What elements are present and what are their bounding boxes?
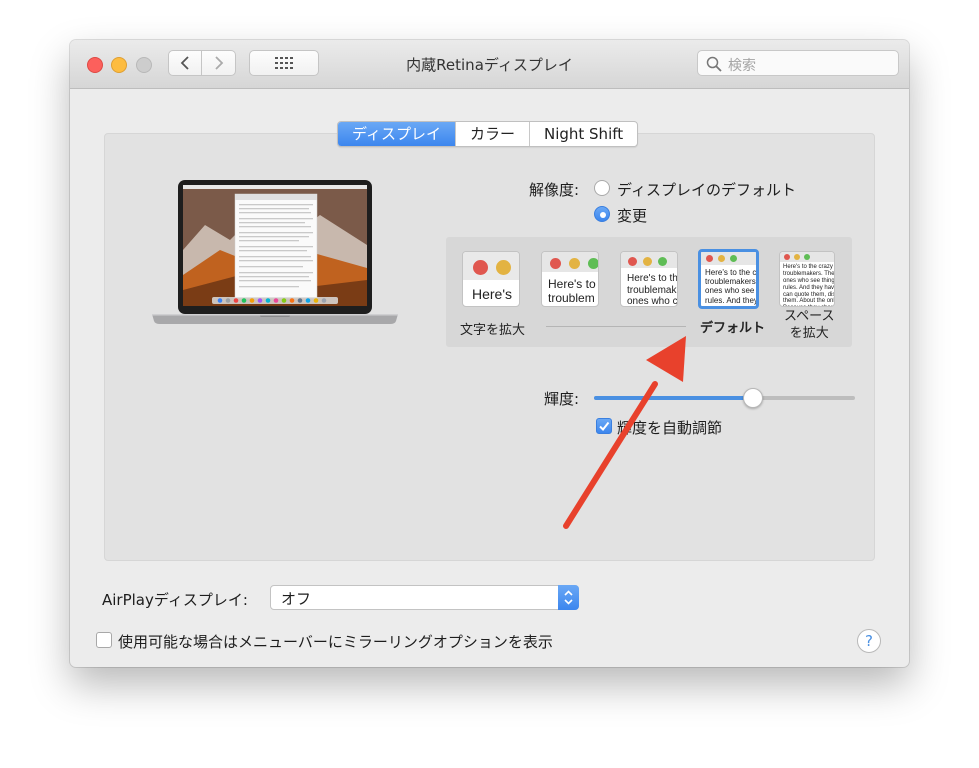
annotation-arrow — [563, 336, 686, 529]
